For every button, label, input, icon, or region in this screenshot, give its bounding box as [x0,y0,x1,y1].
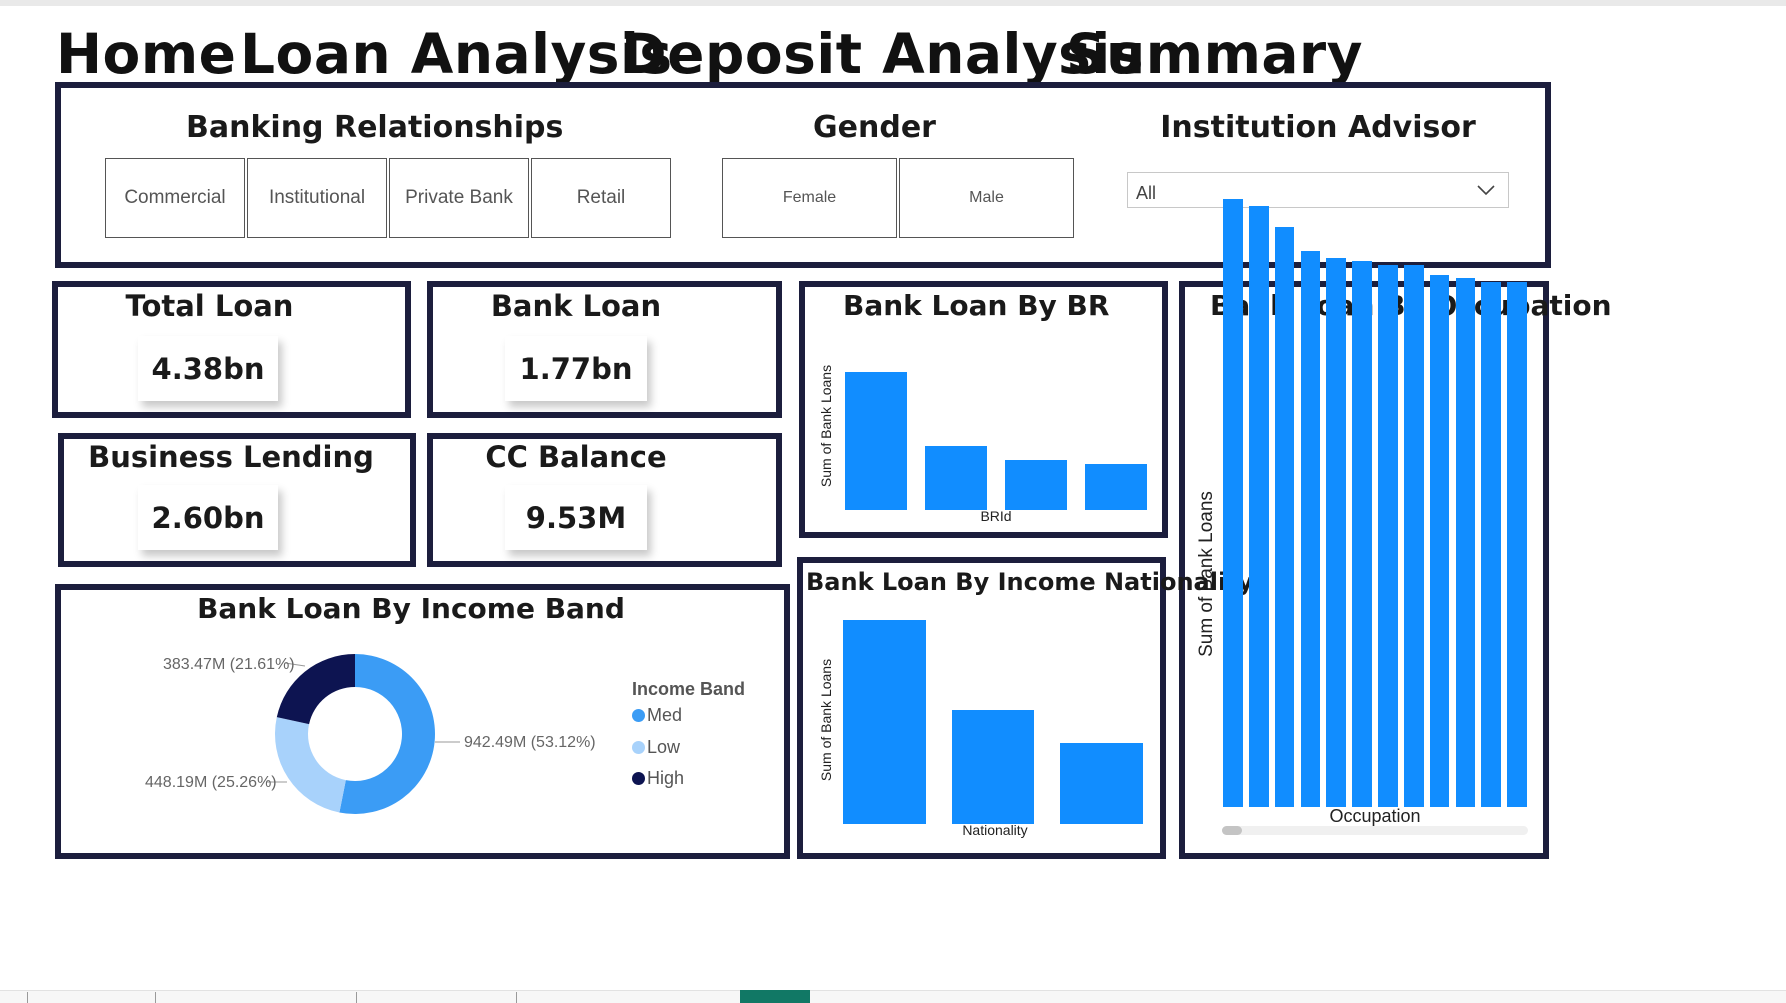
dropdown-selected-value: All [1136,183,1157,203]
occupation-bar[interactable] [1507,281,1527,807]
page-tab-strip [0,990,1786,1003]
slicer-option-female[interactable]: Female [722,158,897,238]
occupation-bar[interactable] [1481,281,1502,807]
occupation-scrollbar-thumb[interactable] [1222,826,1242,835]
occupation-bar[interactable] [1300,250,1321,807]
occupation-bar[interactable] [1429,274,1450,807]
slicer-option-institutional[interactable]: Institutional [247,158,387,238]
nationality-x-axis-label: Nationality [962,822,1028,838]
br-bar[interactable] [924,446,988,510]
cc-balance-title: CC Balance [485,440,667,474]
tab-separator [155,992,156,1003]
br-bar[interactable] [1084,464,1148,510]
data-label-med: 942.49M (53.12%) [464,734,596,751]
business-lending-value: 2.60bn [138,485,278,550]
legend-item-med[interactable]: Med [632,705,682,726]
occupation-bar[interactable] [1223,199,1243,807]
data-label-high: 383.47M (21.61%) [163,656,295,673]
occupation-bar[interactable] [1248,206,1269,807]
legend-dot-high [632,772,645,785]
bank-loan-title: Bank Loan [490,289,662,323]
occupation-bar[interactable] [1403,264,1424,807]
slicer-option-male[interactable]: Male [899,158,1074,238]
institution-advisor-title: Institution Advisor [1160,110,1476,145]
legend-label-high: High [647,768,685,788]
gender-title: Gender [813,110,936,145]
data-label-low: 448.19M (25.26%) [145,774,277,791]
tab-separator [356,992,357,1003]
total-loan-value: 4.38bn [138,336,278,401]
donut-slice-low[interactable] [275,717,346,813]
occupation-x-axis-label: Occupation [1329,806,1421,826]
active-page-tab[interactable] [740,990,810,1003]
legend-item-low[interactable]: Low [632,737,680,758]
occupation-scrollbar[interactable] [1222,826,1528,835]
legend-dot-med [632,709,645,722]
chevron-down-icon [1477,185,1495,196]
nationality-bar[interactable] [843,620,926,824]
tab-separator [27,992,28,1003]
tab-separator [516,992,517,1003]
cc-balance-value: 9.53M [505,485,647,550]
br-bar[interactable] [1004,460,1068,510]
bank-loan-by-br-title: Bank Loan By BR [843,289,1110,322]
banking-relationships-title: Banking Relationships [186,110,564,145]
bank-loan-by-nationality-title: Bank Loan By Income Nationality [806,568,1254,596]
legend-dot-low [632,741,645,754]
br-bar[interactable] [844,372,908,510]
nationality-bar[interactable] [1060,743,1143,824]
institution-advisor-dropdown[interactable]: All [1127,172,1509,208]
legend-label-low: Low [647,737,681,757]
occupation-bar[interactable] [1274,226,1295,807]
total-loan-title: Total Loan [125,289,294,323]
income-band-legend-title: Income Band [632,679,746,699]
occupation-bar[interactable] [1455,278,1476,807]
slicer-option-private-bank[interactable]: Private Bank [389,158,529,238]
br-x-axis-label: BRId [980,508,1012,524]
business-lending-title: Business Lending [88,440,374,474]
legend-label-med: Med [647,705,683,725]
nationality-bar[interactable] [951,710,1035,824]
legend-item-high[interactable]: High [632,768,684,789]
slicer-option-retail[interactable]: Retail [531,158,671,238]
bank-loan-value: 1.77bn [505,336,647,401]
br-y-axis-label: Sum of Bank Loans [818,364,834,488]
occupation-bar[interactable] [1378,264,1398,807]
occupation-bar[interactable] [1326,257,1347,807]
slicer-option-commercial[interactable]: Commercial [105,158,245,238]
top-strip [0,0,1786,6]
nationality-y-axis-label: Sum of Bank Loans [818,658,834,782]
occupation-bar[interactable] [1352,261,1372,807]
